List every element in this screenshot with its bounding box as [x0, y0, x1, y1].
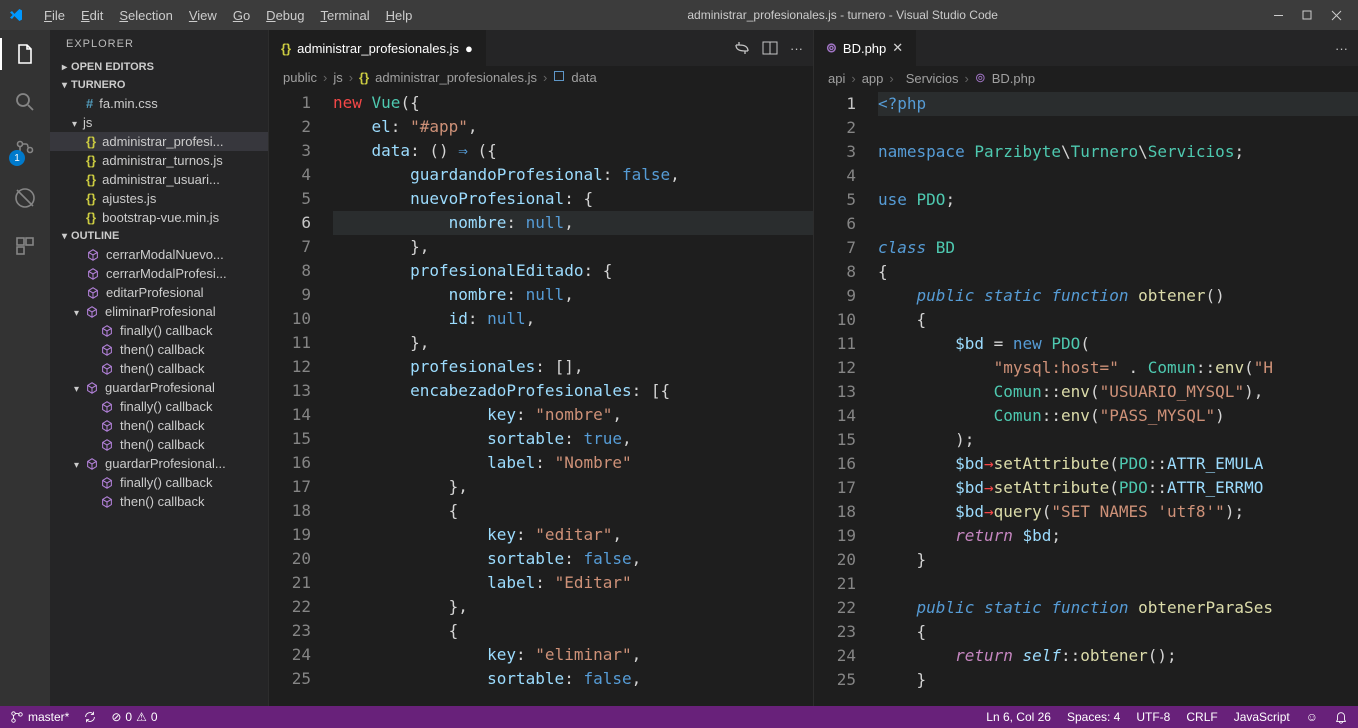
tab-1[interactable]: {} administrar_profesionales.js ● — [269, 30, 486, 66]
minimize-icon[interactable] — [1273, 10, 1284, 21]
breadcrumb-1[interactable]: public›js›{} administrar_profesionales.j… — [269, 66, 813, 89]
sidebar: EXPLORER OPEN EDITORS TURNERO #fa.min.cs… — [50, 30, 268, 706]
open-editors-section[interactable]: OPEN EDITORS — [50, 58, 268, 76]
tabs-1: {} administrar_profesionales.js ● ··· — [269, 30, 813, 66]
menu-help[interactable]: Help — [378, 4, 421, 27]
compare-icon[interactable] — [734, 40, 750, 56]
outline-item[interactable]: then() callback — [50, 340, 268, 359]
tree-item[interactable]: {}administrar_usuari... — [50, 170, 268, 189]
outline-section[interactable]: OUTLINE — [50, 227, 268, 245]
sidebar-header: EXPLORER — [50, 30, 268, 58]
eol[interactable]: CRLF — [1186, 710, 1217, 724]
scm-badge: 1 — [9, 150, 25, 166]
close-icon[interactable] — [1331, 10, 1342, 21]
window-title: administrar_profesionales.js - turnero -… — [420, 8, 1265, 22]
extensions-icon[interactable] — [11, 232, 39, 260]
outline-item[interactable]: cerrarModalProfesi... — [50, 264, 268, 283]
tab-close-icon[interactable]: ✕ — [892, 40, 903, 56]
feedback-icon[interactable]: ☺ — [1306, 710, 1318, 724]
tree-item[interactable]: {}administrar_turnos.js — [50, 151, 268, 170]
outline-item[interactable]: finally() callback — [50, 473, 268, 492]
outline-item[interactable]: eliminarProfesional — [50, 302, 268, 321]
code-1[interactable]: new Vue({ el: "#app", data: () ⇒ ({ guar… — [325, 89, 813, 706]
menu-selection[interactable]: Selection — [111, 4, 180, 27]
menu-terminal[interactable]: Terminal — [312, 4, 377, 27]
problems-indicator[interactable]: ⊘0 ⚠0 — [111, 710, 157, 724]
activity-bar: 1 — [0, 30, 50, 706]
status-bar: master* ⊘0 ⚠0 Ln 6, Col 26 Spaces: 4 UTF… — [0, 706, 1358, 728]
search-icon[interactable] — [11, 88, 39, 116]
menu-debug[interactable]: Debug — [258, 4, 312, 27]
file-tree: #fa.min.cssjs{}administrar_profesi...{}a… — [50, 94, 268, 227]
titlebar: FileEditSelectionViewGoDebugTerminalHelp… — [0, 0, 1358, 30]
tree-item[interactable]: #fa.min.css — [50, 94, 268, 113]
maximize-icon[interactable] — [1302, 10, 1313, 21]
language-mode[interactable]: JavaScript — [1234, 710, 1290, 724]
debug-icon[interactable] — [11, 184, 39, 212]
tab-dirty-icon[interactable]: ● — [465, 41, 473, 56]
outline-item[interactable]: then() callback — [50, 435, 268, 454]
outline-item[interactable]: then() callback — [50, 359, 268, 378]
explorer-icon[interactable] — [11, 40, 39, 68]
vscode-icon — [8, 7, 36, 23]
tab-label: BD.php — [843, 41, 886, 56]
tree-item[interactable]: {}ajustes.js — [50, 189, 268, 208]
sync-indicator[interactable] — [83, 710, 97, 724]
gutter-1: 1234567891011121314151617181920212223242… — [269, 89, 325, 706]
cursor-position[interactable]: Ln 6, Col 26 — [986, 710, 1051, 724]
editor-body-2[interactable]: 1234567891011121314151617181920212223242… — [814, 90, 1358, 706]
outline-item[interactable]: finally() callback — [50, 397, 268, 416]
outline-item[interactable]: guardarProfesional — [50, 378, 268, 397]
editor-group-2: ⊚ BD.php ✕ ··· api›app›Servicios›⊚ BD.ph… — [813, 30, 1358, 706]
php-file-icon: ⊚ — [826, 40, 837, 56]
tree-item[interactable]: {}bootstrap-vue.min.js — [50, 208, 268, 227]
tab-label: administrar_profesionales.js — [297, 41, 459, 56]
outline-item[interactable]: finally() callback — [50, 321, 268, 340]
workspace-section[interactable]: TURNERO — [50, 76, 268, 94]
encoding[interactable]: UTF-8 — [1136, 710, 1170, 724]
more-icon[interactable]: ··· — [1335, 41, 1348, 56]
notifications-icon[interactable] — [1334, 710, 1348, 724]
indentation[interactable]: Spaces: 4 — [1067, 710, 1120, 724]
outline-item[interactable]: cerrarModalNuevo... — [50, 245, 268, 264]
code-2[interactable]: <?phpnamespace Parzibyte\Turnero\Servici… — [870, 90, 1358, 706]
tree-item[interactable]: js — [50, 113, 268, 132]
source-control-icon[interactable]: 1 — [11, 136, 39, 164]
menu-view[interactable]: View — [181, 4, 225, 27]
tabs-2: ⊚ BD.php ✕ ··· — [814, 30, 1358, 66]
split-editor-icon[interactable] — [762, 40, 778, 56]
menu-edit[interactable]: Edit — [73, 4, 111, 27]
outline-tree: cerrarModalNuevo...cerrarModalProfesi...… — [50, 245, 268, 511]
gutter-2: 1234567891011121314151617181920212223242… — [814, 90, 870, 706]
outline-item[interactable]: then() callback — [50, 492, 268, 511]
breadcrumb-2[interactable]: api›app›Servicios›⊚ BD.php — [814, 66, 1358, 90]
branch-indicator[interactable]: master* — [10, 710, 69, 724]
editor-group-1: {} administrar_profesionales.js ● ··· pu… — [268, 30, 813, 706]
more-icon[interactable]: ··· — [790, 41, 803, 56]
outline-item[interactable]: then() callback — [50, 416, 268, 435]
menu-bar: FileEditSelectionViewGoDebugTerminalHelp — [36, 4, 420, 27]
outline-item[interactable]: guardarProfesional... — [50, 454, 268, 473]
js-file-icon: {} — [281, 41, 291, 56]
window-controls — [1265, 10, 1350, 21]
outline-item[interactable]: editarProfesional — [50, 283, 268, 302]
editor-body-1[interactable]: 1234567891011121314151617181920212223242… — [269, 89, 813, 706]
menu-file[interactable]: File — [36, 4, 73, 27]
menu-go[interactable]: Go — [225, 4, 258, 27]
tab-2[interactable]: ⊚ BD.php ✕ — [814, 30, 916, 66]
tree-item[interactable]: {}administrar_profesi... — [50, 132, 268, 151]
